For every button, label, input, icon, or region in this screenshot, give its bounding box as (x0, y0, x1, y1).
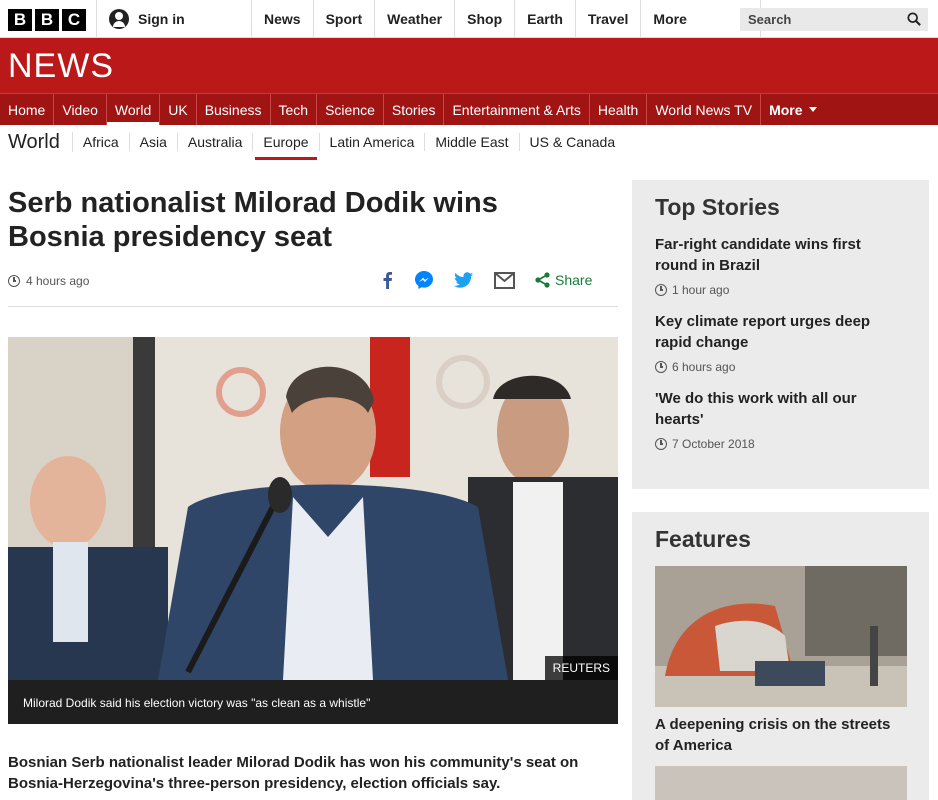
sign-in-label: Sign in (138, 11, 185, 27)
top-nav-sport[interactable]: Sport (314, 0, 376, 38)
search-label: Search (748, 12, 792, 27)
nav-world[interactable]: World (106, 94, 161, 126)
story-time: 7 October 2018 (672, 437, 755, 451)
top-stories-panel: Top Stories Far-right candidate wins fir… (632, 180, 929, 489)
clock-icon (8, 275, 20, 287)
article-lead: Bosnian Serb nationalist leader Milorad … (8, 754, 579, 792)
logo-letter: B (8, 9, 32, 31)
photo-caption: Milorad Dodik said his election victory … (8, 680, 618, 724)
feature-photo-image (655, 566, 907, 707)
email-icon[interactable] (494, 271, 515, 289)
messenger-icon[interactable] (414, 270, 434, 290)
more-label: More (653, 11, 687, 27)
sign-in-link[interactable]: Sign in (96, 0, 252, 38)
user-icon (109, 9, 129, 29)
subnav-middle-east[interactable]: Middle East (425, 133, 520, 151)
logo-letter: C (62, 9, 86, 31)
top-nav-travel[interactable]: Travel (576, 0, 642, 38)
clock-icon (655, 284, 667, 296)
top-nav-news[interactable]: News (252, 0, 314, 38)
clock-icon (655, 361, 667, 373)
nav-health[interactable]: Health (590, 94, 648, 125)
photo-credit: REUTERS (544, 656, 618, 680)
feature-title[interactable]: A deepening crisis on the streets of Ame… (655, 714, 906, 756)
subnav-latin-america[interactable]: Latin America (320, 133, 426, 151)
nav-world-news-tv[interactable]: World News TV (647, 94, 762, 125)
subnav-asia[interactable]: Asia (130, 133, 178, 151)
story-time: 6 hours ago (672, 360, 736, 374)
features-panel: Features A deepening crisis on the stree… (632, 512, 929, 800)
bbc-logo[interactable]: B B C (8, 9, 86, 31)
nav-business[interactable]: Business (197, 94, 271, 125)
story-timestamp: 7 October 2018 (655, 437, 906, 451)
top-nav: News Sport Weather Shop Earth Travel Mor… (252, 0, 762, 38)
clock-icon (655, 438, 667, 450)
top-nav-weather[interactable]: Weather (375, 0, 456, 38)
top-bar: B B C Sign in News Sport Weather Shop Ea… (0, 0, 938, 38)
feature-photo[interactable] (655, 766, 907, 800)
nav-more[interactable]: More (761, 94, 824, 125)
article-headline: Serb nationalist Milorad Dodik wins Bosn… (8, 187, 498, 253)
article-photo: REUTERS (8, 337, 618, 680)
twitter-icon[interactable] (454, 271, 474, 289)
search-input[interactable]: Search (740, 8, 928, 31)
world-subnav: World Africa Asia Australia Europe Latin… (0, 126, 938, 160)
list-item[interactable]: Key climate report urges deep rapid chan… (655, 311, 906, 374)
logo-letter: B (35, 9, 59, 31)
top-stories-title: Top Stories (655, 194, 780, 220)
nav-more-label: More (769, 101, 803, 118)
story-title[interactable]: Far-right candidate wins first round in … (655, 234, 906, 276)
nav-stories[interactable]: Stories (384, 94, 445, 125)
subnav-title[interactable]: World (0, 132, 73, 152)
search-icon[interactable] (907, 12, 921, 26)
features-title: Features (655, 526, 751, 552)
nav-uk[interactable]: UK (160, 94, 197, 125)
nav-tech[interactable]: Tech (271, 94, 318, 125)
subnav-africa[interactable]: Africa (73, 133, 130, 151)
subnav-europe[interactable]: Europe (253, 133, 320, 160)
share-label: Share (555, 272, 593, 288)
subnav-australia[interactable]: Australia (178, 133, 254, 151)
nav-home[interactable]: Home (0, 94, 55, 125)
article-photo-image (8, 337, 618, 680)
list-item[interactable]: 'We do this work with all our hearts' 7 … (655, 388, 906, 451)
share-button[interactable]: Share (535, 272, 592, 288)
share-icon (535, 272, 550, 288)
subnav-us-canada[interactable]: US & Canada (520, 133, 626, 151)
news-logo[interactable]: NEWS (8, 48, 114, 84)
divider (8, 306, 618, 307)
share-bar: Share (380, 270, 592, 290)
nav-video[interactable]: Video (54, 94, 107, 125)
article-timestamp: 4 hours ago (8, 274, 89, 288)
nav-entertainment-arts[interactable]: Entertainment & Arts (444, 94, 590, 125)
feature-photo[interactable] (655, 566, 907, 707)
nav-science[interactable]: Science (317, 94, 384, 125)
story-timestamp: 1 hour ago (655, 283, 906, 297)
chevron-down-icon (808, 107, 817, 112)
facebook-icon[interactable] (380, 271, 394, 289)
article-time: 4 hours ago (26, 274, 90, 288)
top-nav-earth[interactable]: Earth (515, 0, 576, 38)
story-title[interactable]: 'We do this work with all our hearts' (655, 388, 906, 430)
top-nav-shop[interactable]: Shop (455, 0, 516, 38)
list-item[interactable]: Far-right candidate wins first round in … (655, 234, 906, 297)
story-timestamp: 6 hours ago (655, 360, 906, 374)
story-time: 1 hour ago (672, 283, 730, 297)
section-nav: Home Video World UK Business Tech Scienc… (0, 93, 938, 126)
story-title[interactable]: Key climate report urges deep rapid chan… (655, 311, 906, 353)
news-masthead: NEWS (0, 38, 938, 93)
